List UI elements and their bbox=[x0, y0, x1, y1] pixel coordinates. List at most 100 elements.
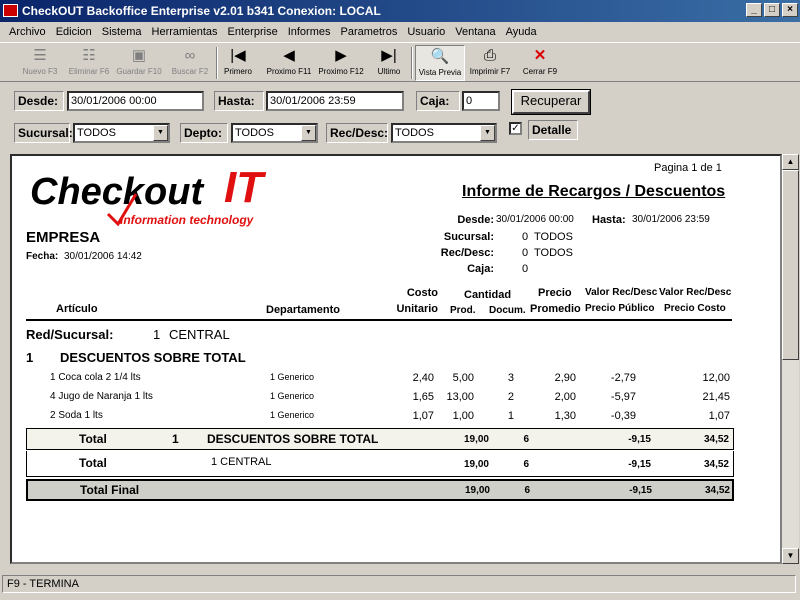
nuevo-button[interactable]: ☰ Nuevo F3 bbox=[18, 45, 62, 81]
sucursal-value: TODOS bbox=[77, 127, 116, 139]
scroll-up-icon[interactable]: ▲ bbox=[782, 154, 799, 170]
group-label: Red/Sucursal: bbox=[26, 327, 114, 342]
recdesc-value: TODOS bbox=[395, 127, 434, 139]
hasta-input[interactable] bbox=[266, 91, 404, 111]
primero-button[interactable]: |◀ Primero bbox=[220, 45, 256, 81]
col-vrd-costo-1: Valor Rec/Desc bbox=[659, 287, 732, 298]
minimize-button[interactable]: _ bbox=[746, 3, 762, 17]
chevron-down-icon[interactable]: ▼ bbox=[301, 125, 316, 141]
total-subgroup-row: Total 1 DESCUENTOS SOBRE TOTAL 19,00 6 -… bbox=[26, 428, 734, 450]
logo-checkout-text: Checkout bbox=[30, 171, 204, 213]
menu-ventana[interactable]: Ventana bbox=[450, 26, 500, 38]
depto-label: Depto: bbox=[180, 123, 228, 143]
row-cell-dep: 1 Generico bbox=[270, 372, 315, 382]
chevron-down-icon[interactable]: ▼ bbox=[480, 125, 495, 141]
imprimir-button[interactable]: ⎙ Imprimir F7 bbox=[468, 45, 512, 81]
row-cell-precio: 2,00 bbox=[554, 391, 576, 403]
menu-herramientas[interactable]: Herramientas bbox=[147, 26, 223, 38]
row-cell-precio: 1,30 bbox=[554, 410, 576, 422]
vertical-scrollbar[interactable]: ▲ ▼ bbox=[782, 154, 799, 564]
app-icon bbox=[3, 4, 18, 17]
page-indicator: Pagina 1 de 1 bbox=[654, 162, 722, 174]
caja-input[interactable] bbox=[462, 91, 500, 111]
menu-archivo[interactable]: Archivo bbox=[4, 26, 51, 38]
col-articulo: Artículo bbox=[56, 303, 98, 315]
total-label: Total bbox=[79, 432, 107, 446]
eliminar-label: Eliminar F6 bbox=[68, 67, 110, 76]
recuperar-button[interactable]: Recuperar bbox=[511, 89, 591, 115]
print-preview-icon: 🔍 bbox=[430, 48, 450, 65]
total-vpp: -9,15 bbox=[628, 434, 651, 445]
menu-edicion[interactable]: Edicion bbox=[51, 26, 97, 38]
menu-parametros[interactable]: Parametros bbox=[335, 26, 402, 38]
row-cell-prod: 5,00 bbox=[452, 372, 474, 384]
scroll-down-icon[interactable]: ▼ bbox=[782, 548, 799, 564]
logo-it-text: IT bbox=[224, 164, 266, 212]
row-cell-doc: 1 bbox=[507, 410, 514, 422]
recdesc-select[interactable]: TODOS ▼ bbox=[391, 123, 497, 143]
scroll-thumb[interactable] bbox=[782, 170, 799, 360]
buscar-button[interactable]: ∞ Buscar F2 bbox=[168, 45, 212, 81]
total-final-doc: 6 bbox=[524, 485, 530, 496]
header-recdesc-num: 0 bbox=[522, 247, 529, 259]
toolbar: ☰ Nuevo F3 ☷ Eliminar F6 ▣ Guardar F10 ∞ Bus… bbox=[0, 42, 800, 82]
row-cell-vpc: 1,07 bbox=[708, 410, 730, 422]
menu-sistema[interactable]: Sistema bbox=[97, 26, 147, 38]
col-vrd-publico-1: Valor Rec/Desc bbox=[585, 287, 658, 298]
checkout-it-logo: Checkout IT information technology bbox=[30, 164, 266, 227]
first-record-icon: |◀ bbox=[230, 47, 246, 64]
total-branch-vpc: 34,52 bbox=[703, 459, 729, 470]
proximo-f12-button[interactable]: ▶ Proximo F12 bbox=[316, 45, 366, 81]
binoculars-icon: ∞ bbox=[184, 47, 196, 64]
vista-previa-button[interactable]: 🔍 Vista Previa bbox=[415, 45, 465, 81]
header-hasta-value: 30/01/2006 23:59 bbox=[632, 214, 710, 225]
chevron-down-icon[interactable]: ▼ bbox=[153, 125, 168, 141]
guardar-button[interactable]: ▣ Guardar F10 bbox=[115, 45, 163, 81]
primero-label: Primero bbox=[223, 67, 252, 76]
maximize-button[interactable]: □ bbox=[764, 3, 780, 17]
total-subgroup-num: 1 bbox=[172, 432, 179, 446]
total-subgroup-name: DESCUENTOS SOBRE TOTAL bbox=[207, 432, 379, 446]
eliminar-button[interactable]: ☷ Eliminar F6 bbox=[66, 45, 112, 81]
ultimo-button[interactable]: ▶| Ultimo bbox=[372, 45, 406, 81]
save-icon: ▣ bbox=[131, 47, 147, 64]
menu-ayuda[interactable]: Ayuda bbox=[501, 26, 542, 38]
row-cell-dep: 1 Generico bbox=[270, 410, 315, 420]
delete-record-icon: ☷ bbox=[82, 47, 96, 64]
desde-input[interactable] bbox=[67, 91, 204, 111]
depto-select[interactable]: TODOS ▼ bbox=[231, 123, 318, 143]
total-final-row: Total Final 19,00 6 -9,15 34,52 bbox=[26, 479, 734, 501]
sucursal-select[interactable]: TODOS ▼ bbox=[73, 123, 170, 143]
cerrar-label: Cerrar F9 bbox=[522, 67, 558, 76]
ultimo-label: Ultimo bbox=[377, 67, 401, 76]
detalle-label: Detalle bbox=[528, 120, 578, 140]
menu-enterprise[interactable]: Enterprise bbox=[223, 26, 283, 38]
header-sucursal-label: Sucursal: bbox=[443, 231, 494, 243]
hasta-label: Hasta: bbox=[214, 91, 264, 111]
total-final-label: Total Final bbox=[80, 483, 140, 497]
total-branch-doc: 6 bbox=[523, 459, 529, 470]
header-hasta-label: Hasta: bbox=[592, 214, 626, 226]
caja-label: Caja: bbox=[416, 91, 460, 111]
report-title: Informe de Recargos / Descuentos bbox=[462, 183, 726, 200]
row-cell-prod: 13,00 bbox=[446, 391, 474, 403]
proximo-f11-label: Proximo F11 bbox=[266, 67, 312, 76]
empresa-name: EMPRESA bbox=[26, 229, 101, 246]
total-branch-row: Total 1 CENTRAL 19,00 6 -9,15 34,52 bbox=[26, 451, 734, 477]
proximo-f11-button[interactable]: ◀ Proximo F11 bbox=[264, 45, 314, 81]
detalle-checkbox[interactable]: ✓ bbox=[509, 122, 522, 135]
row-cell-art: 1 Coca cola 2 1/4 lts bbox=[50, 372, 141, 383]
close-window-button[interactable]: × bbox=[782, 3, 798, 17]
row-cell-prod: 1,00 bbox=[452, 410, 474, 422]
cerrar-button[interactable]: ✕ Cerrar F9 bbox=[518, 45, 562, 81]
total-branch-label: Total bbox=[79, 456, 107, 470]
menu-informes[interactable]: Informes bbox=[283, 26, 336, 38]
total-branch-vpp: -9,15 bbox=[628, 459, 651, 470]
buscar-label: Buscar F2 bbox=[171, 67, 209, 76]
total-branch-prod: 19,00 bbox=[463, 459, 489, 470]
fecha-label: Fecha: bbox=[26, 251, 59, 262]
col-docum: Docum. bbox=[489, 305, 526, 316]
menu-usuario[interactable]: Usuario bbox=[402, 26, 450, 38]
imprimir-label: Imprimir F7 bbox=[469, 67, 511, 76]
status-text: F9 - TERMINA bbox=[2, 575, 796, 593]
